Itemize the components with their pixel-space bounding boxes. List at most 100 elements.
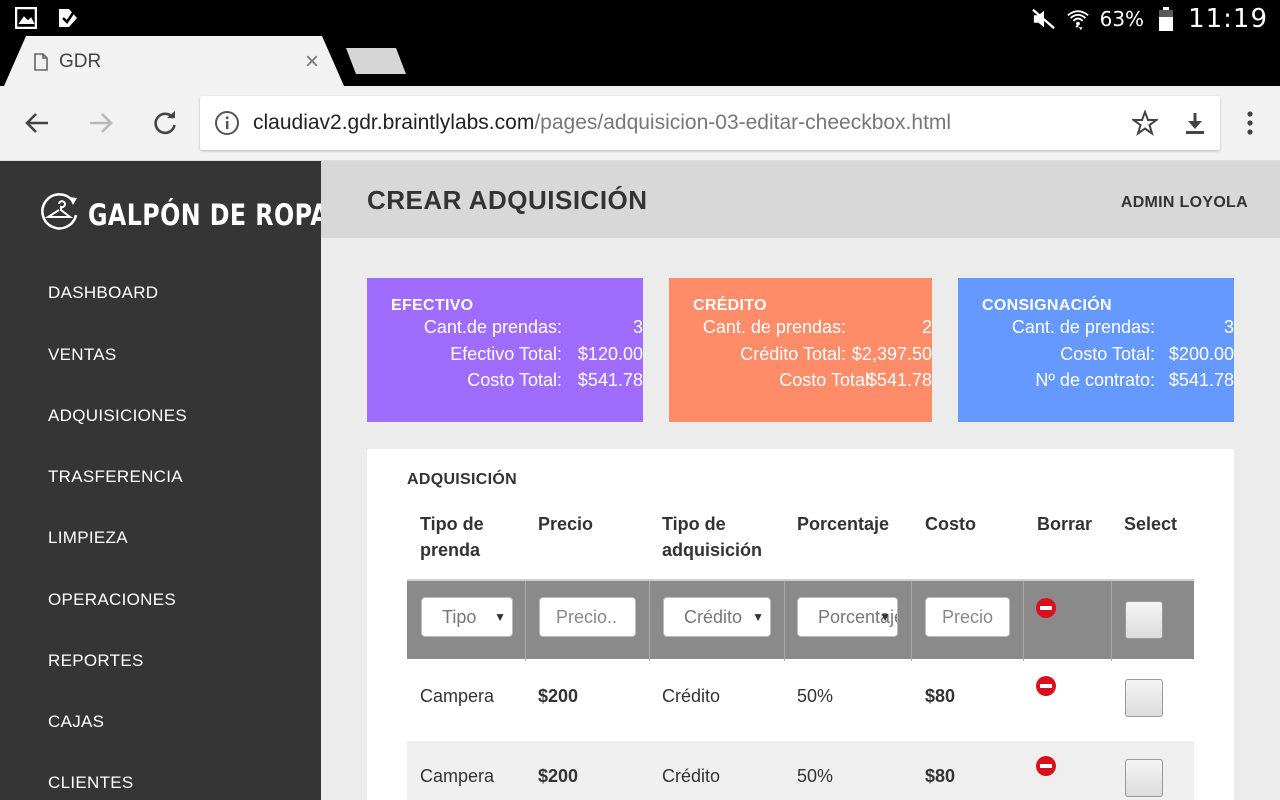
sidebar-item-ventas[interactable]: VENTAS [48, 345, 117, 365]
header-line: Select [1124, 514, 1178, 534]
url-path: /pages/adquisicion-03-editar-cheeckbox.h… [534, 111, 952, 134]
panel-title: ADQUISICIÓN [407, 471, 517, 488]
select-checkbox[interactable] [1125, 759, 1163, 797]
card-value: $200.00 [1168, 344, 1234, 364]
bookmark-star-icon[interactable] [1130, 109, 1160, 141]
column-divider [649, 581, 650, 661]
tab-gdr[interactable]: GDR × [4, 36, 344, 86]
tipo-prenda-select[interactable]: Tipo ▼ [421, 597, 513, 637]
menu-kebab-icon[interactable] [1238, 108, 1262, 138]
battery-percentage: 63% [1099, 7, 1145, 31]
card-value: 2 [921, 317, 932, 337]
precio-input[interactable]: Precio.. [539, 597, 636, 637]
sidebar-item-dashboard[interactable]: DASHBOARD [48, 283, 158, 303]
cell-tipo: Crédito [662, 686, 721, 706]
column-header-tipo-adquisicion: Tipo de adquisición [662, 511, 762, 563]
card-title: EFECTIVO [391, 297, 474, 314]
costo-input[interactable]: Precio [925, 597, 1010, 637]
mute-icon [1031, 7, 1056, 31]
header-line: Borrar [1037, 514, 1093, 534]
card-value: $541.78 [1168, 370, 1234, 390]
column-header-borrar: Borrar [1037, 511, 1092, 537]
close-tab-icon[interactable]: × [300, 48, 324, 76]
dropdown-arrow-icon: ▼ [879, 610, 891, 624]
column-divider [525, 581, 526, 661]
column-header-porcentaje: Porcentaje [797, 511, 889, 537]
card-value: $2,397.50 [851, 344, 932, 364]
url-host: claudiav2.gdr.braintlylabs.com [253, 111, 535, 134]
sidebar-item-trasferencia[interactable]: TRASFERENCIA [48, 467, 183, 487]
select-value: Crédito [684, 607, 743, 627]
table-input-row: Tipo ▼ Precio.. Crédito ▼ Porcentaje ▼ Prec… [407, 579, 1194, 661]
page-header: CREAR ADQUISICIÓN ADMIN LOYOLA [321, 161, 1280, 238]
delete-icon[interactable] [1036, 756, 1056, 776]
card-label: Cant. de prendas: [702, 317, 846, 337]
battery-icon [1154, 7, 1178, 31]
summary-card-consignacion: CONSIGNACIÓN Cant. de prendas: 3 Costo To… [958, 278, 1234, 422]
header-line: Tipo de [420, 514, 484, 534]
gallery-icon [14, 6, 38, 30]
sidebar-item-operaciones[interactable]: OPERACIONES [48, 590, 176, 610]
card-label: Costo Total: [467, 370, 562, 390]
tipo-adquisicion-select[interactable]: Crédito ▼ [663, 597, 771, 637]
card-label: Efectivo Total: [450, 344, 562, 364]
new-tab-button[interactable] [346, 48, 406, 74]
table-row: Campera $200 Crédito 50% $80 [407, 741, 1194, 800]
download-icon[interactable] [1182, 110, 1208, 141]
cell-porcentaje: 50% [797, 686, 834, 706]
back-icon[interactable] [22, 108, 52, 138]
sidebar-item-clientes[interactable]: CLIENTES [48, 773, 134, 793]
sidebar-item-limpieza[interactable]: LIMPIEZA [48, 528, 128, 548]
info-icon[interactable] [214, 110, 240, 141]
card-label: Costo Total: [1060, 344, 1155, 364]
tab-strip: GDR × [0, 36, 1280, 86]
sidebar-item-cajas[interactable]: CAJAS [48, 712, 104, 732]
select-checkbox[interactable] [1125, 679, 1163, 717]
summary-card-credito: CRÉDITO Cant. de prendas: 2 Crédito Total… [669, 278, 932, 422]
user-menu[interactable]: ADMIN LOYOLA [1121, 194, 1248, 212]
column-header-precio: Precio [538, 511, 593, 537]
document-icon [34, 53, 48, 76]
acquisition-table: Tipo ▼ Precio.. Crédito ▼ Porcentaje ▼ Prec… [407, 579, 1194, 800]
status-bar: 63% 11:19 [0, 0, 1280, 36]
cell-porcentaje: 50% [797, 766, 834, 786]
column-divider [784, 581, 785, 661]
cell-prenda: Campera [420, 686, 495, 706]
card-value: $120.00 [577, 344, 643, 364]
card-label: Crédito Total: [740, 344, 846, 364]
select-value: Tipo [442, 607, 477, 627]
url-text[interactable]: claudiav2.gdr.braintlylabs.com/pages/adq… [253, 111, 951, 135]
sidebar-item-adquisiciones[interactable]: ADQUISICIONES [48, 406, 187, 426]
clock: 11:19 [1188, 4, 1268, 34]
card-label: Cant.de prendas: [423, 317, 562, 337]
check-icon [56, 6, 80, 30]
select-checkbox[interactable] [1125, 601, 1163, 639]
card-value: 3 [632, 317, 643, 337]
cell-tipo: Crédito [662, 766, 721, 786]
cell-precio: $200 [538, 766, 579, 786]
logo-text: GALPÓN DE ROPA [88, 197, 330, 232]
dropdown-arrow-icon: ▼ [752, 610, 764, 624]
card-title: CRÉDITO [693, 297, 767, 314]
cell-prenda: Campera [420, 766, 495, 786]
acquisition-panel: ADQUISICIÓN Tipo de prenda Precio Tipo de… [367, 449, 1234, 800]
column-divider [911, 581, 912, 661]
page: GALPÓN DE ROPA DASHBOARD VENTAS ADQUISIC… [0, 161, 1280, 800]
header-line: adquisición [662, 540, 763, 560]
sidebar-item-reportes[interactable]: REPORTES [48, 651, 144, 671]
address-bar[interactable]: claudiav2.gdr.braintlylabs.com/pages/adq… [200, 96, 1220, 150]
page-title: CREAR ADQUISICIÓN [367, 185, 648, 215]
delete-icon[interactable] [1036, 598, 1056, 618]
column-header-tipo-prenda: Tipo de prenda [420, 511, 484, 563]
delete-icon[interactable] [1036, 676, 1056, 696]
hanger-logo-icon [38, 191, 80, 238]
table-row: Campera $200 Crédito 50% $80 [407, 661, 1194, 741]
card-value: $541.78 [577, 370, 643, 390]
dropdown-arrow-icon: ▼ [494, 610, 506, 624]
header-line: Porcentaje [797, 514, 890, 534]
forward-icon[interactable] [86, 108, 116, 138]
porcentaje-select[interactable]: Porcentaje ▼ [797, 597, 898, 637]
header-line: Tipo de [662, 514, 726, 534]
reload-icon[interactable] [150, 108, 180, 138]
column-header-select: Select [1124, 511, 1177, 537]
